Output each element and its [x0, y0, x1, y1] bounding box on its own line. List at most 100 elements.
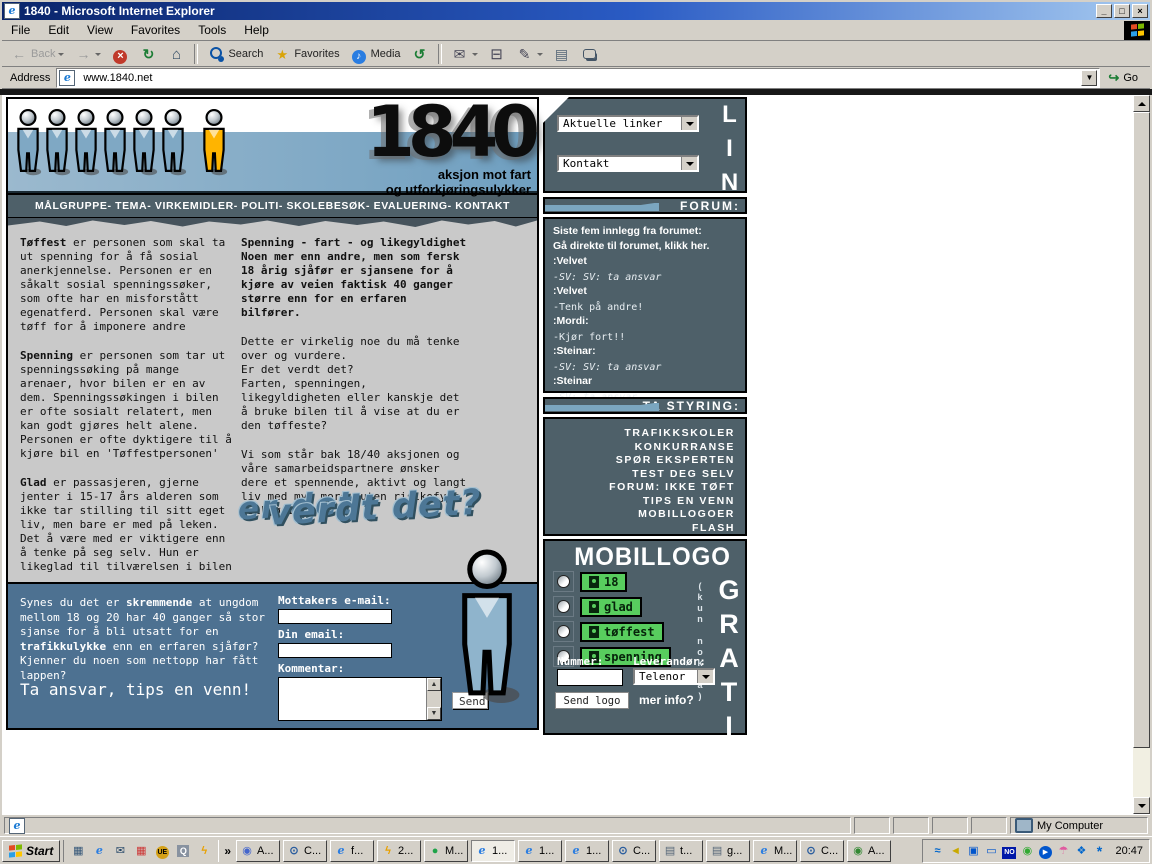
sidebar-link[interactable]: MOBILLOGOER: [555, 508, 735, 522]
taskbar-window-button[interactable]: 2...: [377, 840, 421, 862]
logo-radio-button[interactable]: [557, 600, 570, 613]
nav-link[interactable]: SKOLEBESØK: [279, 200, 366, 212]
tray-icon[interactable]: [1091, 843, 1107, 859]
taskbar-window-button[interactable]: 1...: [565, 840, 609, 862]
sidebar-link[interactable]: TIPS EN VENN: [555, 495, 735, 509]
nav-link[interactable]: POLITI: [234, 200, 279, 212]
tray-icon[interactable]: [947, 843, 963, 859]
quicklaunch-icon[interactable]: [90, 842, 108, 860]
nav-link[interactable]: EVALUERING: [366, 200, 448, 212]
start-button[interactable]: Start: [2, 840, 60, 862]
sidebar-link[interactable]: KONKURRANSE: [555, 441, 735, 455]
your-email-field[interactable]: [278, 643, 392, 658]
toolbar-button[interactable]: [163, 43, 189, 65]
quicklaunch-icon[interactable]: [195, 842, 213, 860]
taskbar-window-button[interactable]: 1...: [471, 840, 515, 862]
send-logo-button[interactable]: Send logo: [555, 692, 629, 709]
links-dropdown-aktuelle[interactable]: Aktuelle linker: [557, 115, 699, 132]
toolbar-button[interactable]: Favorites: [269, 43, 343, 65]
quicklaunch-icon[interactable]: [69, 842, 87, 860]
toolbar-button[interactable]: [107, 43, 133, 65]
logo-radio-button[interactable]: [557, 575, 570, 588]
tray-icon[interactable]: [965, 843, 981, 859]
tray-icon[interactable]: [929, 843, 945, 859]
taskbar-window-button[interactable]: 1...: [518, 840, 562, 862]
recipient-email-field[interactable]: [278, 609, 392, 624]
forum-post-reply[interactable]: -Kjør fort!!: [553, 332, 625, 343]
toolbar-button[interactable]: [194, 44, 198, 64]
quicklaunch-icon[interactable]: [174, 842, 192, 860]
toolbar-button[interactable]: [135, 43, 161, 65]
vertical-scrollbar[interactable]: [1133, 95, 1150, 814]
tray-icon[interactable]: [1037, 843, 1053, 859]
go-button[interactable]: ↪ Go: [1108, 70, 1138, 86]
toolbar-button[interactable]: [447, 43, 482, 65]
toolbar-button[interactable]: [484, 43, 510, 65]
forum-post[interactable]: :Mordi: -Kjør fort!!: [553, 315, 737, 345]
dropdown-caret-icon[interactable]: [58, 53, 64, 59]
forum-post-author[interactable]: :Velvet: [553, 255, 737, 267]
mobile-logo-preview[interactable]: 18: [580, 572, 627, 592]
toolbar-button[interactable]: [407, 43, 433, 65]
comment-textarea[interactable]: ▲ ▼: [278, 677, 442, 721]
taskbar-window-button[interactable]: C...: [612, 840, 656, 862]
address-dropdown-button[interactable]: ▼: [1081, 70, 1097, 86]
forum-post-reply[interactable]: -SV: SV: ta ansvar: [553, 272, 661, 283]
mobile-logo-preview[interactable]: tøffest: [580, 622, 664, 642]
forum-post-author[interactable]: :Steinar:: [553, 345, 737, 357]
taskbar-window-button[interactable]: g...: [706, 840, 750, 862]
scrollbar-thumb[interactable]: [1133, 112, 1150, 748]
taskbar-window-button[interactable]: A...: [236, 840, 280, 862]
toolbar-button[interactable]: [549, 43, 575, 65]
quicklaunch-icon[interactable]: [111, 842, 129, 860]
quicklaunch-icon[interactable]: [132, 842, 150, 860]
toolbar-button[interactable]: [70, 43, 105, 65]
mer-info-link[interactable]: mer info?: [639, 693, 694, 707]
menu-item[interactable]: File: [2, 21, 39, 39]
sidebar-link[interactable]: SPØR EKSPERTEN: [555, 454, 735, 468]
restore-button[interactable]: □: [1114, 4, 1130, 18]
scrollbar-up-icon[interactable]: [1133, 95, 1150, 112]
nav-link[interactable]: MÅLGRUPPE: [35, 200, 108, 212]
tray-icon[interactable]: [1055, 843, 1071, 859]
close-button[interactable]: ×: [1132, 4, 1148, 18]
toolbar-button[interactable]: [512, 43, 547, 65]
forum-post[interactable]: :Velvet -SV: SV: ta ansvar: [553, 255, 737, 285]
window-titlebar[interactable]: e 1840 - Microsoft Internet Explorer _ □…: [2, 2, 1150, 20]
sidebar-link[interactable]: TEST DEG SELV: [555, 468, 735, 482]
taskbar-window-button[interactable]: C...: [283, 840, 327, 862]
forum-post-reply[interactable]: -SV: SV: ta ansvar: [553, 362, 661, 373]
dropdown-caret-icon[interactable]: [95, 53, 101, 59]
sidebar-link[interactable]: FLASH: [555, 522, 735, 536]
taskbar-window-button[interactable]: C...: [800, 840, 844, 862]
taskbar-window-button[interactable]: M...: [424, 840, 468, 862]
menu-item[interactable]: View: [78, 21, 122, 39]
dropdown-caret-icon[interactable]: [472, 53, 478, 59]
nummer-field[interactable]: [557, 669, 623, 686]
nav-link[interactable]: TEMA: [107, 200, 147, 212]
taskbar-window-button[interactable]: A...: [847, 840, 891, 862]
taskbar-window-button[interactable]: f...: [330, 840, 374, 862]
quicklaunch-overflow-chevron[interactable]: »: [224, 844, 231, 858]
toolbar-button[interactable]: Search: [203, 43, 267, 65]
forum-post-author[interactable]: :Steinar: [553, 375, 737, 387]
taskbar-window-button[interactable]: M...: [753, 840, 797, 862]
taskbar-window-button[interactable]: t...: [659, 840, 703, 862]
tray-icon[interactable]: [1019, 843, 1035, 859]
toolbar-button[interactable]: [577, 43, 603, 65]
dropdown-caret-icon[interactable]: [537, 53, 543, 59]
chevron-down-icon[interactable]: [681, 157, 697, 170]
scrollbar-down-icon[interactable]: [1133, 797, 1150, 814]
menu-item[interactable]: Tools: [189, 21, 235, 39]
address-input[interactable]: e www.1840.net ▼: [56, 68, 1100, 88]
tray-icon[interactable]: [983, 843, 999, 859]
toolbar-button[interactable]: Media: [346, 43, 405, 65]
mobile-logo-preview[interactable]: glad: [580, 597, 642, 617]
chevron-down-icon[interactable]: [681, 117, 697, 130]
forum-post-author[interactable]: :Mordi:: [553, 315, 737, 327]
toolbar-button[interactable]: [438, 44, 442, 64]
links-dropdown-kontakt[interactable]: Kontakt: [557, 155, 699, 172]
chevron-down-icon[interactable]: [697, 670, 713, 683]
menu-item[interactable]: Edit: [39, 21, 78, 39]
quicklaunch-icon[interactable]: [153, 842, 171, 860]
